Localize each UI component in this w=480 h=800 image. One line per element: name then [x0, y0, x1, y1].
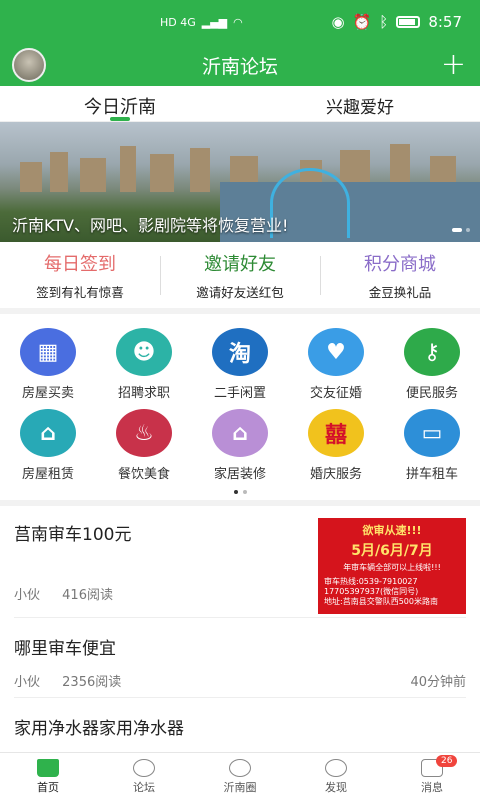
- banner-carousel[interactable]: 沂南KTV、网吧、影剧院等将恢复营业!: [0, 122, 480, 242]
- nav-yinan-circle[interactable]: 沂南圈: [192, 753, 288, 800]
- signal-icon: ▂▄▆: [201, 15, 228, 29]
- category-dining[interactable]: ♨ 餐饮美食: [96, 409, 192, 482]
- post-reads: 2356阅读: [62, 675, 122, 690]
- quick-subtitle: 签到有礼有惊喜: [36, 284, 124, 300]
- nav-label: 首页: [37, 781, 59, 794]
- nav-label: 发现: [325, 781, 347, 794]
- post-item[interactable]: 家用净水器家用净水器: [14, 698, 466, 739]
- message-badge: 26: [436, 755, 458, 767]
- status-bar: HD 4G ▂▄▆ ◠ ◉ ⏰ ᛒ 8:57: [0, 0, 480, 44]
- grid-page-dots: [0, 490, 480, 494]
- thumb-notice: 年审车辆全部可以上线啦!!!: [343, 563, 441, 572]
- taobao-icon: 淘: [212, 328, 268, 376]
- quick-title: 积分商城: [364, 253, 436, 275]
- post-author: 小伙: [14, 588, 41, 603]
- alarm-icon: ⏰: [352, 13, 372, 31]
- post-meta: 小伙 416阅读: [14, 584, 113, 603]
- building-icon: ▦: [20, 328, 76, 376]
- category-carpool[interactable]: ▭ 拼车租车: [384, 409, 480, 482]
- category-renovation[interactable]: ⌂ 家居装修: [192, 409, 288, 482]
- wedding-icon: 囍: [308, 409, 364, 457]
- category-label: 餐饮美食: [117, 467, 170, 482]
- category-wedding[interactable]: 囍 婚庆服务: [288, 409, 384, 482]
- daily-checkin-button[interactable]: 每日签到 签到有礼有惊喜: [0, 250, 160, 301]
- post-title: 哪里审车便宜: [14, 639, 116, 659]
- nav-label: 沂南圈: [223, 781, 257, 794]
- battery-icon: [396, 16, 421, 28]
- quick-title: 邀请好友: [204, 253, 276, 275]
- category-label: 房屋租赁: [21, 467, 74, 482]
- thumb-hotline: 审车热线:0539-7910027: [324, 577, 418, 586]
- tab-interests[interactable]: 兴趣爱好: [240, 86, 480, 121]
- nav-label: 消息: [421, 781, 443, 794]
- category-grid: ▦ 房屋买卖 ☻ 招聘求职 淘 二手闲置 ♥ 交友征婚 ⚷ 便民服务 ⌂ 房屋租…: [0, 314, 480, 506]
- invite-friends-button[interactable]: 邀请好友 邀请好友送红包: [160, 250, 320, 301]
- post-feed: 莒南审车100元 小伙 416阅读 欲审从速!!! 5月/6月/7月 年审车辆全…: [0, 506, 480, 739]
- category-label: 家居装修: [213, 467, 266, 482]
- quick-subtitle: 金豆换礼品: [368, 284, 432, 300]
- nav-forum[interactable]: 论坛: [96, 753, 192, 800]
- page-title: 沂南论坛: [201, 55, 278, 78]
- category-label: 房屋买卖: [21, 386, 74, 401]
- category-jobs[interactable]: ☻ 招聘求职: [96, 328, 192, 401]
- post-meta: 小伙 2356阅读 40分钟前: [14, 671, 466, 690]
- category-services[interactable]: ⚷ 便民服务: [384, 328, 480, 401]
- category-label: 婚庆服务: [309, 467, 362, 482]
- category-label: 二手闲置: [213, 386, 266, 401]
- category-secondhand[interactable]: 淘 二手闲置: [192, 328, 288, 401]
- post-item[interactable]: 莒南审车100元 小伙 416阅读 欲审从速!!! 5月/6月/7月 年审车辆全…: [14, 506, 466, 618]
- key-icon: ⚷: [404, 328, 460, 376]
- home-icon: [37, 759, 59, 777]
- bluetooth-icon: ᛒ: [379, 13, 389, 31]
- compass-icon: [325, 759, 347, 777]
- avatar[interactable]: [12, 48, 46, 82]
- quick-subtitle: 邀请好友送红包: [196, 284, 284, 300]
- thumb-headline: 欲审从速!!!: [362, 524, 422, 537]
- tab-today-yinan[interactable]: 今日沂南: [0, 86, 240, 121]
- nav-messages[interactable]: 消息 26: [384, 753, 480, 800]
- nav-discover[interactable]: 发现: [288, 753, 384, 800]
- points-mall-button[interactable]: 积分商城 金豆换礼品: [320, 250, 480, 301]
- thumb-phone: 17705397937(微信同号): [324, 587, 419, 596]
- category-label: 交友征婚: [309, 386, 362, 401]
- post-author: 小伙: [14, 675, 41, 690]
- app-header: 沂南论坛 +: [0, 44, 480, 86]
- quick-title: 每日签到: [44, 253, 116, 275]
- post-reads: 416阅读: [62, 588, 113, 603]
- category-label: 拼车租车: [405, 467, 458, 482]
- plus-icon[interactable]: +: [441, 50, 466, 80]
- circle-icon: [229, 759, 251, 777]
- tab-bar: 今日沂南 兴趣爱好: [0, 86, 480, 122]
- house-icon: ⌂: [20, 409, 76, 457]
- network-label: HD 4G: [160, 15, 196, 29]
- eye-icon: ◉: [331, 13, 345, 31]
- category-housing-sale[interactable]: ▦ 房屋买卖: [0, 328, 96, 401]
- dining-icon: ♨: [116, 409, 172, 457]
- person-search-icon: ☻: [116, 328, 172, 376]
- nav-label: 论坛: [133, 781, 155, 794]
- post-thumbnail[interactable]: 欲审从速!!! 5月/6月/7月 年审车辆全部可以上线啦!!! 审车热线:053…: [318, 518, 466, 614]
- car-icon: ▭: [404, 409, 460, 457]
- nav-home[interactable]: 首页: [0, 753, 96, 800]
- category-label: 便民服务: [405, 386, 458, 401]
- post-title: 家用净水器家用净水器: [14, 719, 184, 739]
- home-decor-icon: ⌂: [212, 409, 268, 457]
- couple-icon: ♥: [308, 328, 364, 376]
- quick-actions: 每日签到 签到有礼有惊喜 邀请好友 邀请好友送红包 积分商城 金豆换礼品: [0, 242, 480, 314]
- category-label: 招聘求职: [117, 386, 170, 401]
- network-indicator: HD 4G ▂▄▆ ◠: [160, 16, 243, 29]
- thumb-months: 5月/6月/7月: [351, 543, 433, 559]
- bottom-nav: 首页 论坛 沂南圈 发现 消息 26: [0, 752, 480, 800]
- chat-icon: [133, 759, 155, 777]
- carousel-dots: [452, 228, 470, 232]
- category-dating[interactable]: ♥ 交友征婚: [288, 328, 384, 401]
- banner-caption: 沂南KTV、网吧、影剧院等将恢复营业!: [12, 216, 289, 235]
- thumb-address: 地址:莒南县交警队西500米路南: [324, 597, 438, 606]
- post-item[interactable]: 哪里审车便宜 小伙 2356阅读 40分钟前: [14, 618, 466, 698]
- clock: 8:57: [428, 13, 462, 31]
- post-time: 40分钟前: [410, 675, 466, 690]
- wifi-icon: ◠: [233, 15, 243, 29]
- category-rental[interactable]: ⌂ 房屋租赁: [0, 409, 96, 482]
